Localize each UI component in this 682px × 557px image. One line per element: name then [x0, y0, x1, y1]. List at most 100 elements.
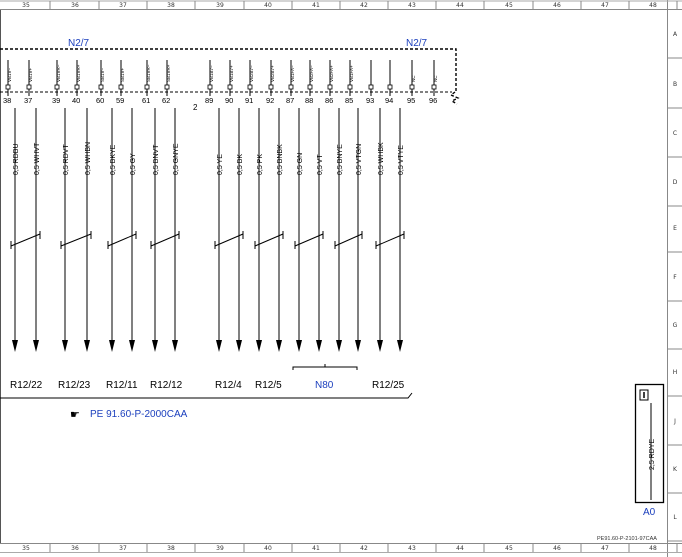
- pin-number: 94: [385, 96, 393, 105]
- arrow-down-icon: [84, 340, 90, 352]
- pin-number: 95: [407, 96, 415, 105]
- column-number: 42: [360, 545, 368, 552]
- pin-socket-icon: [409, 84, 415, 90]
- pin-socket-icon: [227, 84, 233, 90]
- pin-number: 61: [142, 96, 150, 105]
- pin-socket-icon: [26, 84, 32, 90]
- arrow-down-icon: [397, 340, 403, 352]
- arrow-down-icon: [276, 340, 282, 352]
- pin-number: 59: [116, 96, 124, 105]
- row-letter: B: [673, 81, 677, 88]
- row-letter: K: [673, 466, 678, 473]
- column-number: 42: [360, 2, 368, 9]
- pin-number: 86: [325, 96, 333, 105]
- pin-signal: VB1B7−: [209, 65, 214, 82]
- wire-color-label: 0,5 GN: [297, 153, 304, 175]
- pin-signal: VB2FA−: [309, 65, 314, 82]
- pin-number: 85: [345, 96, 353, 105]
- page-reference-link[interactable]: PE 91.60-P-2000CAA: [90, 409, 187, 420]
- wire-color-label: 0,5 VT: [317, 154, 324, 175]
- column-number: 37: [119, 2, 127, 9]
- arrow-down-icon: [256, 340, 262, 352]
- row-letter: A: [673, 31, 678, 38]
- wiring-diagram: 35 36 37 38 39 40 41 42 43 44 45 46 47 48 35 36 37 38 39 4…: [0, 0, 682, 557]
- column-number: 43: [408, 2, 416, 9]
- dest-r12-25: R12/25: [372, 380, 405, 391]
- pin-socket-icon: [347, 84, 353, 90]
- arrow-down-icon: [129, 340, 135, 352]
- pin-socket-icon: [288, 84, 294, 90]
- wire-color-label: 0,5 PK: [257, 154, 264, 175]
- arrow-down-icon: [12, 340, 18, 352]
- row-letter: F: [673, 274, 677, 281]
- column-number: 41: [312, 2, 320, 9]
- column-number: 36: [71, 545, 79, 552]
- pin-number: 38: [3, 96, 11, 105]
- wire-color-label: 0,5 BKYE: [110, 144, 117, 175]
- pin-socket-icon: [74, 84, 80, 90]
- dest-r12-11: R12/11: [106, 380, 138, 391]
- pin-socket-icon: [207, 84, 213, 90]
- pin-signal: NC: [411, 75, 416, 82]
- row-letter: C: [673, 130, 677, 137]
- wire-color-label: 0,5 YE: [217, 154, 224, 175]
- wire-color-label: 0,5 BNYE: [337, 144, 344, 175]
- column-number: 47: [601, 2, 609, 9]
- row-letter: E: [673, 225, 677, 232]
- column-ruler-top: 35 36 37 38 39 40 41 42 43 44 45 46 47 48: [22, 1, 678, 9]
- arrow-down-icon: [33, 340, 39, 352]
- pin-number: 37: [24, 96, 32, 105]
- pin-number: 90: [225, 96, 233, 105]
- wire-color-label: 0,5 BNVT: [153, 144, 160, 175]
- pin-number: 88: [305, 96, 313, 105]
- pin-socket-icon: [387, 84, 393, 90]
- arrow-down-icon: [216, 340, 222, 352]
- arrow-down-icon: [62, 340, 68, 352]
- ground-box-id: A0: [643, 507, 656, 518]
- pin-signal: VB1FA+: [349, 65, 354, 82]
- column-number: 47: [601, 545, 609, 552]
- pin-socket-icon: [5, 84, 11, 90]
- pin-signal: VB2B7−: [249, 65, 254, 82]
- pin-signal: VB1V+: [28, 67, 33, 82]
- pin-socket-icon: [118, 84, 124, 90]
- wire-color-label: 0,5 GY: [130, 153, 137, 175]
- pin-socket-icon: [144, 84, 150, 90]
- pin-number: 87: [286, 96, 294, 105]
- pin-signal: VB2FA+: [329, 65, 334, 82]
- arrow-down-icon: [109, 340, 115, 352]
- pin-number: 92: [266, 96, 274, 105]
- pin-signal: VB1VR−: [56, 64, 61, 82]
- wire-color-label: 0,5 WHVT: [34, 142, 41, 175]
- column-number: 40: [264, 2, 272, 9]
- sheet-id: PE91.60-P-2101-97CAA: [597, 536, 657, 542]
- row-letter: D: [673, 179, 678, 186]
- pin-signal: VB1FA−: [290, 65, 295, 82]
- wire-color-label: 0,5 RDVT: [63, 144, 70, 175]
- wire-color-label: 0,5 WHBK: [378, 142, 385, 175]
- column-number: 35: [22, 2, 30, 9]
- dest-r12-4: R12/4: [215, 380, 242, 391]
- connector-label-right: N2/7: [406, 38, 428, 49]
- column-number: 38: [167, 545, 175, 552]
- pin-number: 91: [245, 96, 253, 105]
- wire-color-label: 0,5 BNBK: [277, 144, 284, 175]
- column-number: 43: [408, 545, 416, 552]
- row-letter: L: [673, 514, 677, 521]
- column-number: 46: [553, 545, 561, 552]
- pin-socket-icon: [307, 84, 313, 90]
- column-ruler-bottom: 35 36 37 38 39 40 41 42 43 44 45 46 47 48: [22, 544, 678, 552]
- row-letter: H: [673, 369, 678, 376]
- arrow-down-icon: [152, 340, 158, 352]
- arrow-down-icon: [336, 340, 342, 352]
- pin-socket-icon: [268, 84, 274, 90]
- row-letter: J: [673, 418, 676, 425]
- column-number: 37: [119, 545, 127, 552]
- pin-signal: SB1V−: [100, 67, 105, 82]
- pin-signal: NC: [433, 75, 438, 82]
- pin-signal: SB1V+: [120, 67, 125, 82]
- pin-socket-icon: [98, 84, 104, 90]
- pin-number: 96: [429, 96, 437, 105]
- connector-label-left: N2/7: [68, 38, 90, 49]
- group-bracket: [0, 392, 413, 399]
